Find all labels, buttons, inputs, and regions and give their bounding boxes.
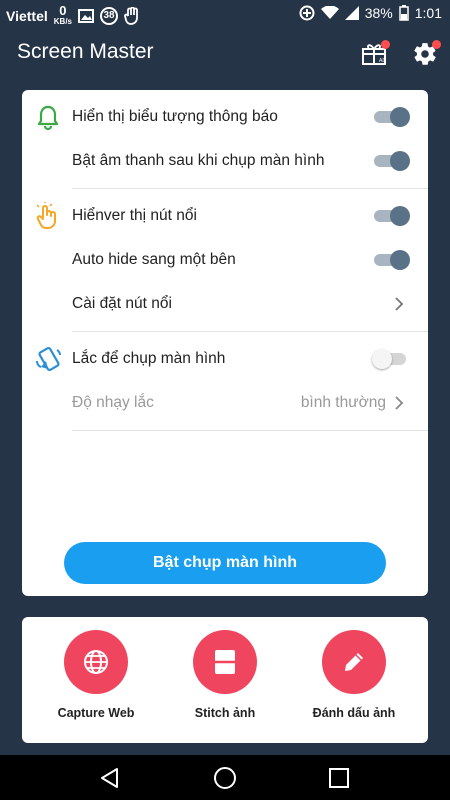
sound-after-capture-toggle[interactable] (374, 151, 410, 171)
stitch-icon (215, 650, 235, 674)
image-notification-icon (78, 8, 94, 23)
section-divider (72, 188, 428, 189)
home-icon (214, 767, 236, 789)
stitch-button[interactable] (193, 630, 257, 694)
system-nav-bar (0, 755, 450, 800)
carrier-name: Viettel (6, 7, 48, 24)
gift-notification-dot (381, 40, 390, 49)
shake-capture-label: Lắc để chụp màn hình (72, 350, 226, 367)
sound-after-capture-row[interactable]: Bật âm thanh sau khi chụp màn hình (22, 139, 428, 183)
shake-sensitivity-value: bình thường (300, 394, 386, 411)
floating-button-row[interactable]: Hiểnver thị nút nổi (22, 194, 428, 238)
notification-icon-row[interactable]: Hiển thị biểu tượng thông báo (22, 95, 428, 139)
settings-notification-dot (432, 40, 441, 49)
stitch-label: Stitch ảnh (194, 706, 256, 720)
capture-web-button[interactable] (64, 630, 128, 694)
chevron-right-icon (395, 297, 404, 311)
floating-button-label: Hiểnver thị nút nổi (72, 207, 197, 224)
floating-button-toggle[interactable] (374, 206, 410, 226)
back-button[interactable] (97, 765, 123, 791)
floating-settings-label: Cài đặt nút nổi (72, 295, 172, 312)
network-speed: 0 KB/s (53, 3, 72, 26)
mark-image-tool[interactable]: Đánh dấu ảnh (289, 630, 419, 720)
data-saver-icon (299, 5, 315, 21)
network-speed-unit: KB/s (53, 17, 72, 26)
chevron-right-icon (395, 396, 404, 410)
app-title: Screen Master (17, 40, 154, 63)
auto-hide-row[interactable]: Auto hide sang một bên (22, 238, 428, 282)
settings-button[interactable] (409, 38, 441, 70)
clock: 1:01 (414, 5, 442, 21)
status-bar: Viettel 0 KB/s 38 38% 1:01 (0, 0, 450, 28)
notification-icon-toggle[interactable] (374, 107, 410, 127)
shake-sensitivity-row[interactable]: Độ nhạy lắc bình thường (22, 381, 428, 425)
pencil-icon (345, 653, 363, 671)
sound-after-capture-label: Bật âm thanh sau khi chụp màn hình (72, 152, 325, 169)
hand-tap-icon (36, 202, 56, 229)
shake-phone-icon (36, 346, 61, 372)
app-bar: Screen Master AD (0, 28, 450, 80)
enable-capture-button[interactable]: Bật chụp màn hình (64, 542, 386, 584)
signal-icon (344, 6, 359, 20)
auto-hide-label: Auto hide sang một bên (72, 251, 236, 268)
gift-ad-button[interactable]: AD (358, 38, 390, 70)
stitch-tool[interactable]: Stitch ảnh (160, 630, 290, 720)
mark-image-label: Đánh dấu ảnh (312, 706, 396, 720)
mark-image-button[interactable] (322, 630, 386, 694)
floating-settings-row[interactable]: Cài đặt nút nổi (22, 282, 428, 326)
home-button[interactable] (212, 765, 238, 791)
notification-icon-label: Hiển thị biểu tượng thông báo (72, 108, 278, 125)
section-divider (72, 430, 428, 431)
shake-capture-toggle[interactable] (372, 349, 410, 369)
notification-count-badge: 38 (100, 6, 118, 25)
svg-text:AD: AD (379, 58, 386, 64)
battery-percent: 38% (364, 5, 393, 21)
wifi-icon (320, 6, 339, 20)
tools-card: Capture Web Stitch ảnh Đánh dấu ảnh (22, 617, 428, 743)
section-divider (72, 331, 428, 332)
auto-hide-toggle[interactable] (374, 250, 410, 270)
network-speed-value: 0 (59, 3, 67, 18)
capture-web-label: Capture Web (57, 706, 135, 720)
shake-sensitivity-label: Độ nhạy lắc (72, 394, 154, 411)
settings-card: Hiển thị biểu tượng thông báo Bật âm tha… (22, 90, 428, 596)
recents-icon (329, 768, 349, 788)
bell-icon (37, 105, 59, 131)
recents-button[interactable] (326, 765, 352, 791)
battery-icon (399, 5, 409, 21)
globe-icon (84, 650, 108, 674)
back-icon (101, 768, 118, 788)
shake-capture-row[interactable]: Lắc để chụp màn hình (22, 337, 428, 381)
capture-web-tool[interactable]: Capture Web (31, 630, 161, 720)
hand-notification-icon (124, 6, 140, 25)
